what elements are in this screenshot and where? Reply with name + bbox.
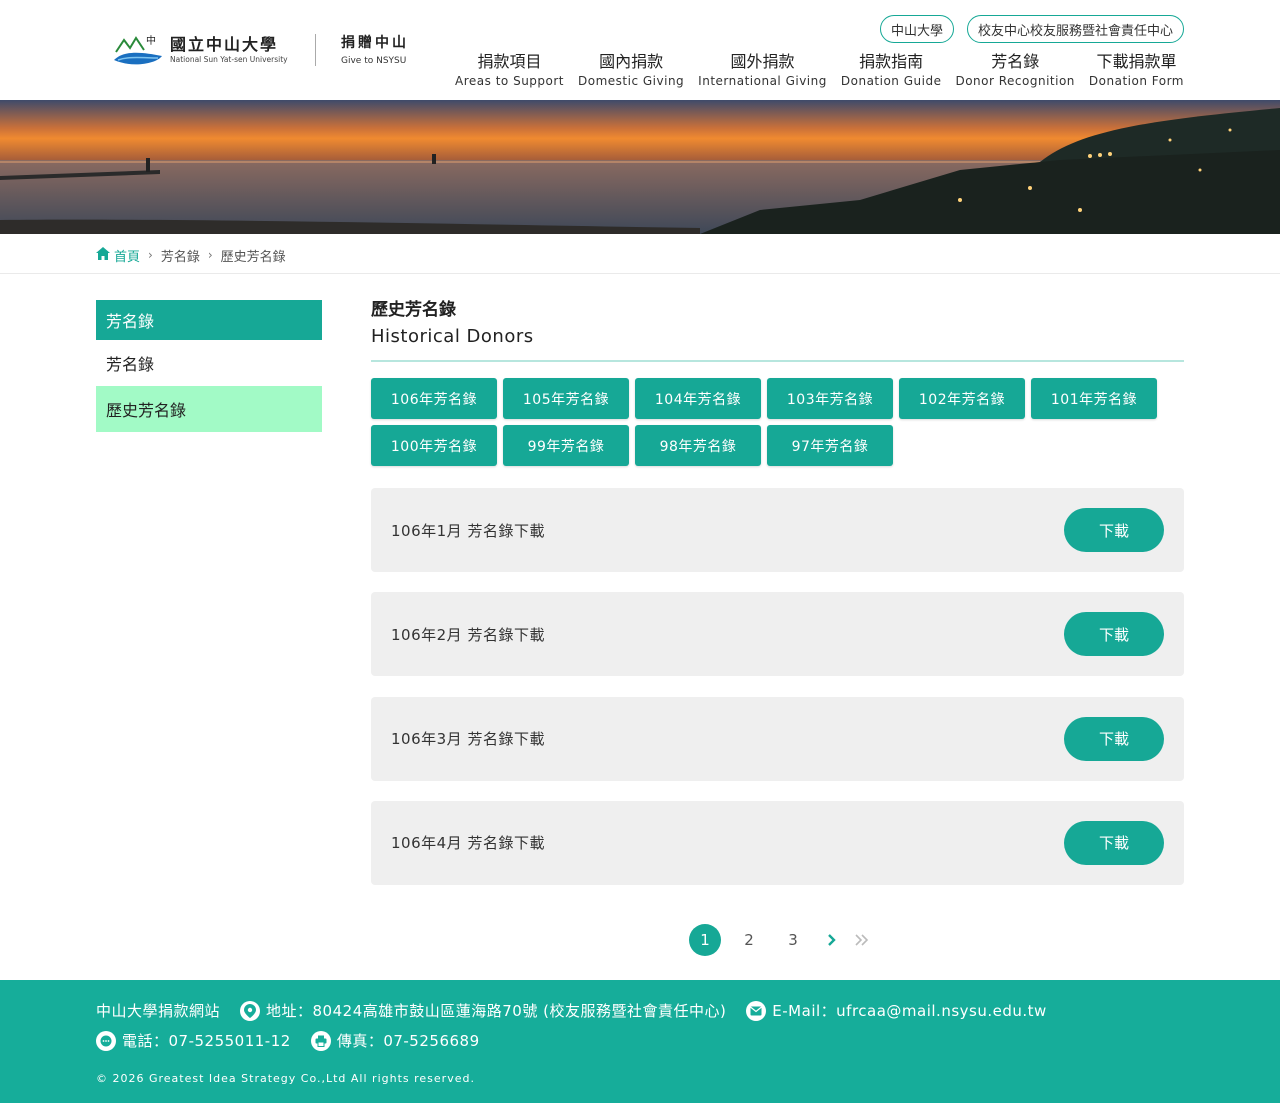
nav-label-cn: 芳名錄 [991, 52, 1040, 71]
main-nav: 捐款項目 Areas to Support 國內捐款 Domestic Givi… [455, 52, 1184, 90]
footer-copyright: © 2026 Greatest Idea Strategy Co.,Ltd Al… [96, 1072, 475, 1085]
pagination: 1 2 3 [689, 924, 881, 956]
download-button[interactable]: 下載 [1064, 716, 1164, 761]
nav-areas-to-support[interactable]: 捐款項目 Areas to Support [455, 52, 564, 90]
site-footer: 中山大學捐款網站 地址：80424高雄市鼓山區蓮海路70號 (校友服務暨社會責任… [0, 980, 1280, 1103]
nav-domestic-giving[interactable]: 國內捐款 Domestic Giving [578, 52, 684, 90]
footer-site-name: 中山大學捐款網站 [96, 1002, 221, 1020]
nav-international-giving[interactable]: 國外捐款 International Giving [698, 52, 827, 90]
list-item-label: 106年2月 芳名錄下載 [391, 625, 545, 644]
link-alumni-center[interactable]: 校友中心校友服務暨社會責任中心 [966, 15, 1184, 43]
chevron-right-icon: › [148, 248, 153, 262]
year-button-106[interactable]: 106年芳名錄 [371, 378, 497, 419]
link-nsysu[interactable]: 中山大學 [879, 15, 954, 43]
give-title-en: Give to NSYSU [341, 56, 407, 66]
breadcrumb-home[interactable]: 首頁 [96, 246, 140, 265]
nav-label-cn: 捐款指南 [859, 52, 924, 71]
nav-label-cn: 國內捐款 [599, 52, 664, 71]
sidebar: 芳名錄 芳名錄 歷史芳名錄 [96, 300, 322, 432]
download-button[interactable]: 下載 [1064, 508, 1164, 552]
breadcrumb: 首頁 › 芳名錄 › 歷史芳名錄 [96, 244, 286, 266]
breadcrumb-donor-recognition[interactable]: 芳名錄 [161, 246, 200, 265]
chevron-right-icon: › [207, 248, 213, 262]
nav-label-en: International Giving [698, 74, 827, 88]
fax-icon [310, 1030, 331, 1051]
last-page-icon[interactable] [851, 924, 873, 956]
download-button[interactable]: 下載 [1064, 612, 1164, 657]
footer-phone: 電話：07-5255011-12 [122, 1032, 291, 1050]
list-item-label: 106年3月 芳名錄下載 [391, 730, 545, 749]
page-3[interactable]: 3 [777, 924, 809, 956]
year-button-105[interactable]: 105年芳名錄 [503, 378, 629, 419]
nav-label-cn: 國外捐款 [730, 52, 795, 71]
logo-divider [315, 34, 316, 66]
year-button-97[interactable]: 97年芳名錄 [767, 425, 893, 466]
sidebar-heading: 芳名錄 [96, 300, 322, 340]
list-item-label: 106年4月 芳名錄下載 [391, 834, 545, 853]
nsysu-logo[interactable]: 中 國立中山大學 National Sun Yat-sen University [112, 28, 292, 72]
nav-label-en: Areas to Support [455, 74, 565, 88]
year-button-102[interactable]: 102年芳名錄 [899, 378, 1025, 419]
give-to-nsysu[interactable]: 捐贈中山 Give to NSYSU [341, 34, 421, 68]
breadcrumb-divider [0, 273, 1280, 274]
list-item: 106年4月 芳名錄下載 下載 [371, 800, 1184, 885]
main-content-header: 歷史芳名錄 Historical Donors [371, 298, 1184, 362]
nav-label-en: Donation Guide [840, 74, 942, 88]
mail-icon [746, 1000, 767, 1021]
title-underline [371, 360, 1184, 362]
logo-emblem-icon: 中 [112, 30, 164, 70]
next-page-icon[interactable] [821, 924, 843, 956]
year-filter-buttons: 106年芳名錄 105年芳名錄 104年芳名錄 103年芳名錄 102年芳名錄 … [371, 378, 1191, 466]
hero-banner-image [0, 100, 1280, 234]
sidebar-item-historical-donors[interactable]: 歷史芳名錄 [96, 386, 322, 432]
nav-donation-form[interactable]: 下載捐款單 Donation Form [1089, 52, 1184, 90]
year-button-100[interactable]: 100年芳名錄 [371, 425, 497, 466]
page-title-cn: 歷史芳名錄 [371, 300, 456, 320]
list-item: 106年3月 芳名錄下載 下載 [371, 696, 1184, 781]
page-title-en: Historical Donors [371, 326, 534, 347]
year-button-99[interactable]: 99年芳名錄 [503, 425, 629, 466]
year-button-103[interactable]: 103年芳名錄 [767, 378, 893, 419]
location-pin-icon [240, 1000, 261, 1021]
nav-label-cn: 下載捐款單 [1096, 52, 1177, 71]
sidebar-item-donor-recognition[interactable]: 芳名錄 [96, 340, 322, 386]
phone-chat-icon [96, 1030, 116, 1051]
top-links: 中山大學 校友中心校友服務暨社會責任中心 [879, 15, 1184, 43]
footer-address: 地址：80424高雄市鼓山區蓮海路70號 (校友服務暨社會責任中心) [266, 1002, 727, 1020]
breadcrumb-current: 歷史芳名錄 [220, 249, 286, 265]
page-1[interactable]: 1 [689, 924, 721, 956]
svg-text:中: 中 [146, 34, 156, 47]
logo-name-cn: 國立中山大學 [170, 35, 279, 54]
year-button-104[interactable]: 104年芳名錄 [635, 378, 761, 419]
page-2[interactable]: 2 [733, 924, 765, 956]
nav-label-en: Domestic Giving [578, 74, 685, 88]
list-item-label: 106年1月 芳名錄下載 [391, 521, 545, 540]
nav-label-en: Donor Recognition [955, 74, 1075, 88]
site-header: 中 國立中山大學 National Sun Yat-sen University… [0, 0, 1280, 100]
breadcrumb-home-label: 首頁 [114, 249, 141, 265]
nav-donation-guide[interactable]: 捐款指南 Donation Guide [841, 52, 942, 90]
download-button[interactable]: 下載 [1064, 820, 1164, 865]
give-title-cn: 捐贈中山 [341, 35, 409, 51]
nav-label-cn: 捐款項目 [477, 52, 542, 71]
home-icon [96, 246, 110, 264]
footer-email[interactable]: E-Mail：ufrcaa@mail.nsysu.edu.tw [772, 1000, 1047, 1021]
nav-label-en: Donation Form [1088, 74, 1184, 88]
logo-name-en: National Sun Yat-sen University [170, 55, 288, 64]
year-button-101[interactable]: 101年芳名錄 [1031, 378, 1157, 419]
list-item: 106年1月 芳名錄下載 下載 [371, 488, 1184, 572]
footer-fax: 傳真：07-5256689 [336, 1032, 480, 1050]
list-item: 106年2月 芳名錄下載 下載 [371, 592, 1184, 677]
download-list: 106年1月 芳名錄下載 下載 106年2月 芳名錄下載 下載 106年3月 芳… [371, 488, 1184, 905]
nav-donor-recognition[interactable]: 芳名錄 Donor Recognition [955, 52, 1074, 90]
year-button-98[interactable]: 98年芳名錄 [635, 425, 761, 466]
